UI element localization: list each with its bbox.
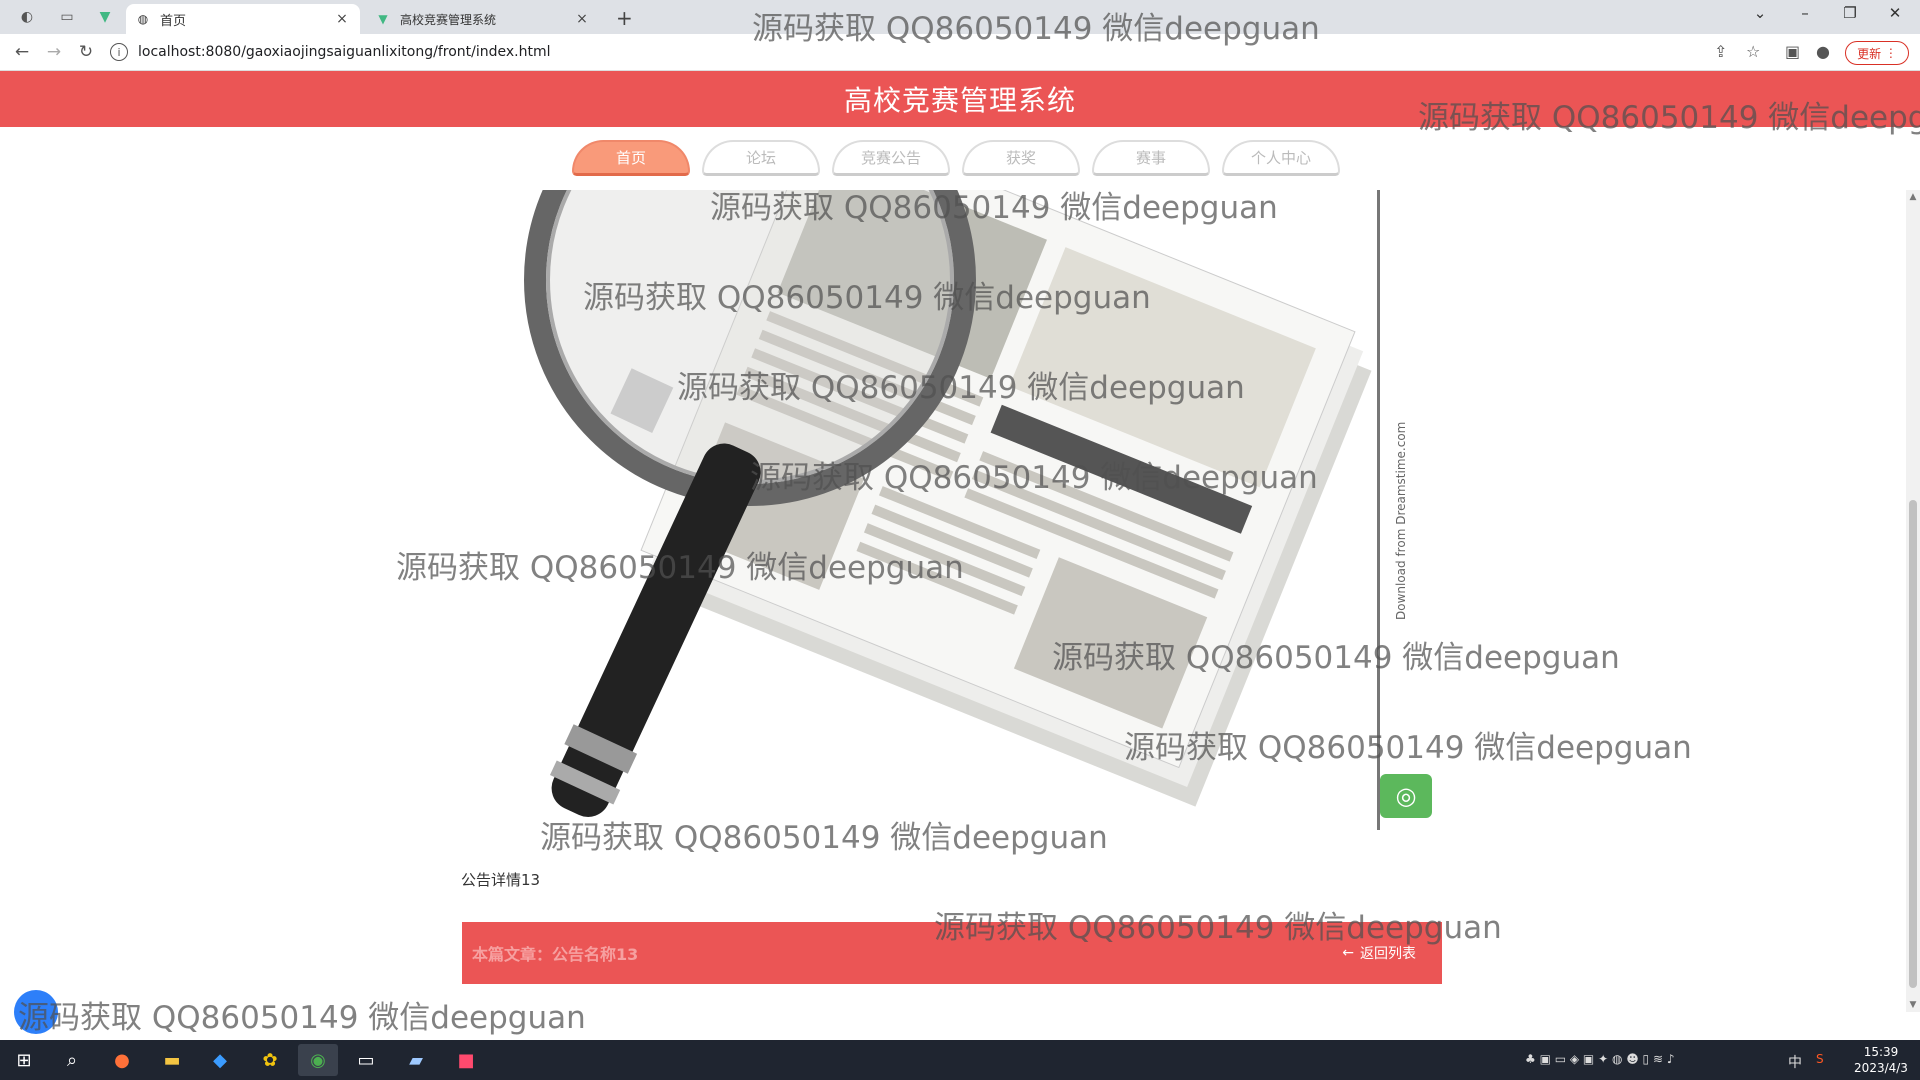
navicat-icon[interactable]: ✿ [250, 1044, 290, 1076]
chrome-icon[interactable]: ◉ [298, 1044, 338, 1076]
notice-image [524, 190, 1372, 817]
close-icon[interactable]: × [574, 11, 590, 27]
back-to-list-button[interactable]: ← 返回列表 [1342, 943, 1416, 963]
ime-indicator[interactable]: 中 [1788, 1052, 1802, 1072]
clock-time: 15:39 [1863, 1045, 1899, 1059]
info-icon[interactable]: i [110, 43, 128, 61]
sogou-icon[interactable]: S [1816, 1052, 1824, 1066]
sidebar-icon[interactable]: ▣ [1785, 42, 1800, 61]
menu-item-events[interactable]: 赛事 [1092, 140, 1210, 176]
site-header: 高校竞赛管理系统 [0, 71, 1920, 127]
globe-icon: ◍ [137, 12, 149, 26]
system-clock[interactable]: 15:39 2023/4/3 [1848, 1044, 1914, 1076]
profile-icon[interactable]: ● [1816, 42, 1830, 61]
tray-icons[interactable]: ♣ ▣ ▭ ◈ ▣ ✦ ◍ ☻ ▯ ≋ ♪ [1525, 1052, 1675, 1066]
menu-item-awards[interactable]: 获奖 [962, 140, 1080, 176]
folder-tab-icon[interactable]: ▭ [54, 6, 80, 28]
back-arrow-icon[interactable]: ← [10, 40, 34, 64]
site-title: 高校竞赛管理系统 [843, 84, 1076, 117]
menu-item-notice[interactable]: 竞赛公告 [832, 140, 950, 176]
vscode-icon[interactable]: ◆ [200, 1044, 240, 1076]
url-text: localhost:8080/gaoxiaojingsaiguanlixiton… [138, 44, 551, 60]
page-scrollbar[interactable]: ▲ ▼ [1906, 190, 1920, 1012]
image-source-text: Download from Dreamstime.com [1394, 421, 1408, 620]
menu-item-profile[interactable]: 个人中心 [1222, 140, 1340, 176]
tab-label: 首页 [160, 13, 187, 29]
new-tab-button[interactable]: + [616, 6, 633, 30]
tab-search-chevron-icon[interactable]: ⌄ [1740, 4, 1780, 22]
floating-action-button[interactable] [14, 990, 58, 1034]
browser-icon[interactable]: ◐ [14, 6, 40, 28]
article-nav-bar: 本篇文章：公告名称13 ← 返回列表 [462, 922, 1442, 984]
menu-item-forum[interactable]: 论坛 [702, 140, 820, 176]
minimize-button[interactable]: – [1785, 4, 1825, 22]
back-to-list-label: 返回列表 [1360, 946, 1416, 962]
scroll-thumb[interactable] [1909, 500, 1917, 988]
search-icon[interactable]: ⌕ [52, 1044, 92, 1076]
tab-system[interactable]: ▼ 高校竞赛管理系统 × [366, 4, 600, 34]
address-bar[interactable]: i localhost:8080/gaoxiaojingsaiguanlixit… [110, 38, 1810, 66]
update-button[interactable]: 更新 ⋮ [1845, 41, 1909, 65]
clock-date: 2023/4/3 [1854, 1061, 1908, 1075]
vue-tab-icon[interactable]: ▼ [92, 6, 118, 28]
watermark: 源码获取 QQ86050149 微信deepguan [18, 1000, 586, 1036]
scroll-down-icon[interactable]: ▼ [1906, 1000, 1920, 1010]
terminal-icon[interactable]: ▭ [346, 1044, 386, 1076]
share-icon[interactable]: ⇪ [1714, 42, 1727, 61]
menu-item-home[interactable]: 首页 [572, 140, 690, 176]
intellij-icon[interactable]: ■ [446, 1044, 486, 1076]
update-label: 更新 [1857, 46, 1882, 61]
browser-tab-strip: ◐ ▭ ▼ ◍ 首页 × ▼ 高校竞赛管理系统 × + ⌄ – ❐ ✕ [0, 0, 1920, 34]
vue-icon: ▼ [378, 12, 388, 26]
os-taskbar: ⊞ ⌕ ● ▬ ◆ ✿ ◉ ▭ ▰ ■ ♣ ▣ ▭ ◈ ▣ ✦ ◍ ☻ ▯ ≋ … [0, 1040, 1920, 1080]
tab-label: 高校竞赛管理系统 [400, 12, 497, 27]
reload-icon[interactable]: ↻ [74, 40, 98, 64]
notice-title: 公告详情13 [461, 871, 541, 889]
tab-home[interactable]: ◍ 首页 × [126, 4, 360, 34]
restore-button[interactable]: ❐ [1830, 4, 1870, 22]
windows-start-icon[interactable]: ⊞ [4, 1044, 44, 1076]
notepad-icon[interactable]: ▰ [396, 1044, 436, 1076]
scroll-up-icon[interactable]: ▲ [1906, 192, 1920, 202]
current-article-label: 本篇文章：公告名称13 [472, 945, 639, 964]
forward-arrow-icon[interactable]: → [42, 40, 66, 64]
image-divider [1377, 190, 1380, 830]
arrow-left-icon: ← [1342, 945, 1354, 961]
dreamstime-logo-icon: ◎ [1380, 774, 1432, 818]
close-icon[interactable]: × [334, 11, 350, 27]
firefox-icon[interactable]: ● [102, 1044, 142, 1076]
browser-toolbar: ← → ↻ i localhost:8080/gaoxiaojingsaigua… [0, 34, 1920, 71]
window-close-button[interactable]: ✕ [1875, 4, 1915, 22]
star-icon[interactable]: ☆ [1746, 42, 1760, 61]
file-explorer-icon[interactable]: ▬ [152, 1044, 192, 1076]
